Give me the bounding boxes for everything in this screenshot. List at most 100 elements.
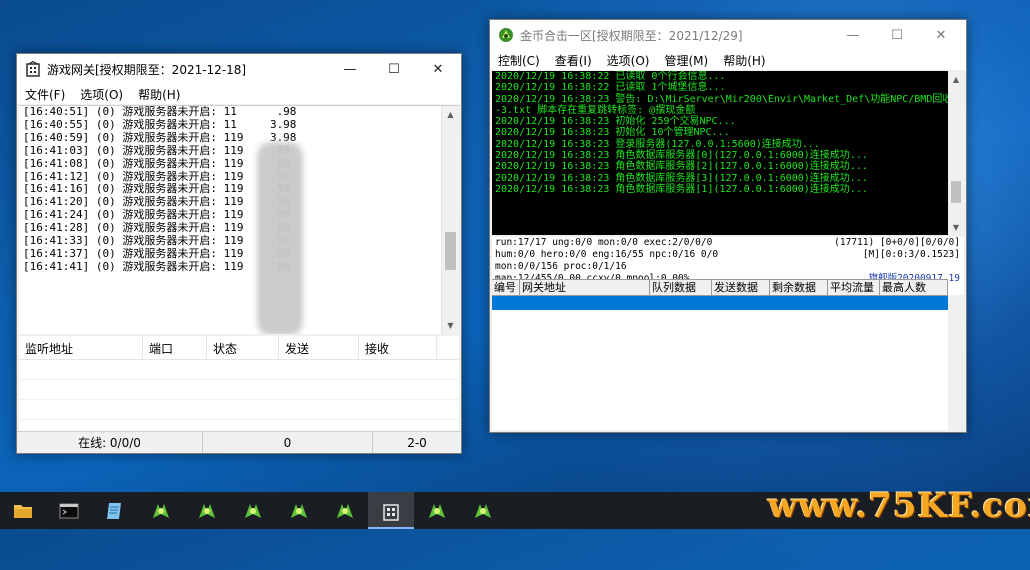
taskbar-game-app-3[interactable] [230,492,276,529]
col-listen-address[interactable]: 监听地址 [19,336,143,359]
game-app-icon [153,503,169,518]
col-queue-data[interactable]: 队列数据 [650,280,712,296]
menu-help[interactable]: 帮助(H) [130,86,187,103]
col-status[interactable]: 状态 [207,336,279,359]
scroll-thumb[interactable] [445,232,456,270]
game-gateway-window: 游戏网关[授权期限至：2021-12-18] — ☐ ✕ 文件(F) 选项(O)… [16,53,462,454]
menu-help[interactable]: 帮助(H) [715,52,772,69]
scroll-down-icon[interactable]: ▼ [948,219,964,235]
selected-row[interactable] [492,296,948,310]
building-icon [383,503,399,521]
status-ratio: 2-0 [407,435,427,450]
log-line: [16:40:59] (0) 游戏服务器未开启: 119 3.98 [23,130,297,144]
menu-options[interactable]: 选项(O) [599,52,657,69]
gateway-menubar: 文件(F) 选项(O) 帮助(H) [17,84,461,104]
m2-title: 金币合击一区[授权期限至：2021/12/29] [520,28,743,43]
game-app-icon [429,503,445,518]
stats-mon: mon:0/0/156 proc:0/1/16 [495,261,627,272]
taskbar-game-app-7[interactable] [460,492,506,529]
console-line: 2020/12/19 16:38:23 登录服务器(127.0.0.1:5600… [495,138,820,150]
scroll-down-icon[interactable]: ▼ [442,317,459,334]
redacted-ip-blur [257,142,303,334]
log-line: [16:40:55] (0) 游戏服务器未开启: 11 3.98 [23,117,297,131]
scroll-up-icon[interactable]: ▲ [442,106,459,123]
console-line: 2020/12/19 16:38:23 角色数据库服务器[1](127.0.0.… [495,183,868,195]
taskbar-notepad[interactable] [92,492,138,529]
log-line: [16:40:51] (0) 游戏服务器未开启: 11 .98 [23,105,297,118]
col-send[interactable]: 发送 [279,336,359,359]
col-send-data[interactable]: 发送数据 [712,280,770,296]
taskbar-game-app-1[interactable] [138,492,184,529]
log-line: [16:41:03] (0) 游戏服务器未开启: 119 .98 [23,143,290,157]
taskbar-game-app-4[interactable] [276,492,322,529]
folder-icon [14,504,32,518]
game-app-icon [337,503,353,518]
console-scrollbar[interactable]: ▲ ▼ [948,71,964,235]
log-line: [16:41:08] (0) 游戏服务器未开启: 119 .98 [23,156,290,170]
stats-hum: hum:0/0 hero:0/0 eng:16/55 npc:0/16 0/0 [495,249,719,260]
server-console-log[interactable]: 2020/12/19 16:38:22 已读取 0个行会信息... 2020/1… [492,71,948,235]
console-line: 2020/12/19 16:38:23 角色数据库服务器[3](127.0.0.… [495,172,868,184]
console-line: 2020/12/19 16:38:23 初始化 10个管理NPC... [495,127,730,139]
taskbar-game-gateway[interactable] [368,492,414,529]
taskbar-game-app-6[interactable] [414,492,460,529]
gateway-title: 游戏网关[授权期限至：2021-12-18] [47,62,247,77]
m2-menubar: 控制(C) 查看(I) 选项(O) 管理(M) 帮助(H) [490,50,966,70]
minimize-button[interactable]: — [327,54,373,84]
close-button[interactable]: ✕ [415,54,461,84]
stats-run: run:17/17 ung:0/0 mon:0/0 exec:2/0/0/0 [495,237,713,248]
stats-memory: [M][0:0:3/0.1523] [862,249,960,260]
menu-view[interactable]: 查看(I) [547,52,599,69]
col-remaining-data[interactable]: 剩余数据 [770,280,828,296]
building-icon [26,61,40,77]
minimize-button[interactable]: — [830,20,876,50]
menu-control[interactable]: 控制(C) [490,52,547,69]
taskbar-game-app-5[interactable] [322,492,368,529]
col-port[interactable]: 端口 [143,336,207,359]
gateway-list-table[interactable]: 编号 网关地址 队列数据 发送数据 剩余数据 平均流量 最高人数 [492,279,948,430]
game-app-icon [291,503,307,518]
console-line: 2020/12/19 16:38:23 警告: D:\MirServer\Mir… [495,93,948,105]
status-count: 0 [203,432,373,453]
menu-options[interactable]: 选项(O) [72,86,130,103]
listen-table[interactable]: 监听地址 端口 状态 发送 接收 [19,336,459,431]
menu-manage[interactable]: 管理(M) [656,52,715,69]
scroll-up-icon[interactable]: ▲ [948,71,964,87]
col-max-users[interactable]: 最高人数 [880,280,948,296]
m2-titlebar[interactable]: 金币合击一区[授权期限至：2021/12/29] — ☐ ✕ [490,20,966,50]
log-line: [16:41:37] (0) 游戏服务器未开启: 119 .98 [23,246,290,260]
maximize-button[interactable]: ☐ [371,54,417,84]
gateway-log[interactable]: [16:40:51] (0) 游戏服务器未开启: 11 .98 [16:40:5… [19,105,459,334]
menu-file[interactable]: 文件(F) [17,86,72,103]
gateway-titlebar[interactable]: 游戏网关[授权期限至：2021-12-18] — ☐ ✕ [17,54,461,84]
console-line: 2020/12/19 16:38:23 角色数据库服务器[2](127.0.0.… [495,161,868,173]
taskbar-command-prompt[interactable] [46,492,92,529]
game-app-icon [245,503,261,518]
col-id[interactable]: 编号 [492,280,520,296]
taskbar-file-explorer[interactable] [0,492,46,529]
close-button[interactable]: ✕ [918,20,964,50]
m2-server-window: 金币合击一区[授权期限至：2021/12/29] — ☐ ✕ 控制(C) 查看(… [489,19,967,433]
log-scrollbar[interactable]: ▲ ▼ [441,106,459,334]
console-line: 2020/12/19 16:38:22 已读取 0个行会信息... [495,71,726,82]
stats-counter: (17711) [0+0/0][0/0/0] [834,237,960,248]
col-receive[interactable]: 接收 [359,336,437,359]
scroll-thumb[interactable] [951,181,961,203]
terminal-icon [59,503,79,518]
gateway-statusbar: 在线: 0/0/0 0 2-0 [17,431,461,453]
maximize-button[interactable]: ☐ [874,20,920,50]
log-line: [16:41:41] (0) 游戏服务器未开启: 119 .98 [23,259,290,273]
console-line: 2020/12/19 16:38:23 初始化 259个交易NPC... [495,116,736,128]
col-average-flow[interactable]: 平均流量 [828,280,880,296]
gateway-list-header: 编号 网关地址 队列数据 发送数据 剩余数据 平均流量 最高人数 [492,280,948,296]
col-gateway-address[interactable]: 网关地址 [520,280,650,296]
notepad-icon [107,502,121,519]
console-line: 2020/12/19 16:38:22 已读取 1个城堡信息... [495,82,726,94]
game-app-icon [475,503,491,518]
status-online: 在线: 0/0/0 [17,432,203,453]
listen-table-header: 监听地址 端口 状态 发送 接收 [19,336,459,360]
game-app-icon [199,503,215,518]
site-watermark: www.75KF.com [768,486,1030,526]
console-line: -3.txt 脚本存在重复跳转标签: @摆现金额 [495,104,696,116]
taskbar-game-app-2[interactable] [184,492,230,529]
